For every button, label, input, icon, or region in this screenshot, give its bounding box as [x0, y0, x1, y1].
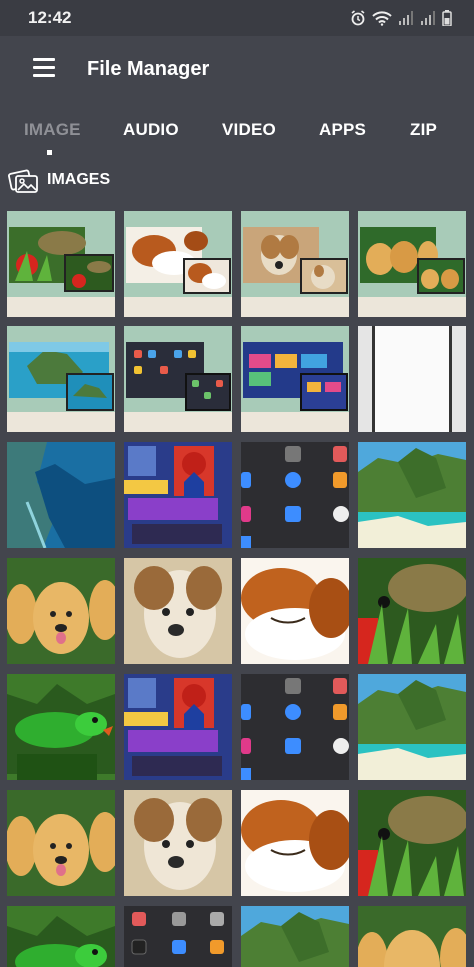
image-thumbnail[interactable]	[358, 790, 466, 896]
app-title: File Manager	[87, 58, 210, 80]
image-thumbnail[interactable]	[358, 326, 466, 432]
image-thumbnail[interactable]	[241, 326, 349, 432]
image-thumbnail[interactable]	[7, 442, 115, 548]
section-label: IMAGES	[47, 171, 111, 188]
category-tabs: IMAGE AUDIO VIDEO APPS ZIP	[0, 104, 474, 156]
image-thumbnail[interactable]	[358, 211, 466, 317]
image-thumbnail[interactable]	[7, 211, 115, 317]
tab-audio[interactable]: AUDIO	[123, 120, 179, 140]
battery-icon	[442, 10, 452, 26]
image-thumbnail[interactable]	[241, 906, 349, 967]
status-bar: 12:42	[0, 0, 474, 36]
image-thumbnail[interactable]	[7, 326, 115, 432]
image-thumbnail[interactable]	[124, 211, 232, 317]
hamburger-menu-icon[interactable]	[33, 58, 55, 78]
image-thumbnail[interactable]	[358, 674, 466, 780]
image-thumbnail[interactable]	[124, 906, 232, 967]
image-thumbnail[interactable]	[358, 558, 466, 664]
signal-icon	[398, 11, 414, 25]
tab-zip[interactable]: ZIP	[410, 120, 437, 140]
image-thumbnail[interactable]	[7, 674, 115, 780]
section-header: IMAGES	[0, 160, 474, 200]
status-icons	[350, 10, 452, 26]
tab-apps[interactable]: APPS	[319, 120, 366, 140]
image-thumbnail[interactable]	[7, 906, 115, 967]
image-thumbnail[interactable]	[124, 558, 232, 664]
image-thumbnail[interactable]	[124, 790, 232, 896]
image-thumbnail[interactable]	[7, 558, 115, 664]
image-thumbnail[interactable]	[124, 326, 232, 432]
image-thumbnail[interactable]	[124, 442, 232, 548]
image-thumbnail[interactable]	[241, 442, 349, 548]
image-thumbnail[interactable]	[241, 790, 349, 896]
app-bar: File Manager	[0, 36, 474, 104]
signal-icon	[420, 11, 436, 25]
image-thumbnail[interactable]	[241, 211, 349, 317]
image-thumbnail[interactable]	[358, 442, 466, 548]
wifi-icon	[372, 10, 392, 26]
tab-video[interactable]: VIDEO	[222, 120, 276, 140]
alarm-icon	[350, 10, 366, 26]
image-thumbnail[interactable]	[241, 558, 349, 664]
image-thumbnail[interactable]	[124, 674, 232, 780]
image-thumbnail[interactable]	[7, 790, 115, 896]
image-thumbnail[interactable]	[241, 674, 349, 780]
image-thumbnail[interactable]	[358, 906, 466, 967]
tab-image[interactable]: IMAGE	[24, 120, 81, 140]
tab-indicator	[47, 150, 52, 155]
status-time: 12:42	[28, 8, 72, 27]
images-icon	[8, 167, 40, 200]
